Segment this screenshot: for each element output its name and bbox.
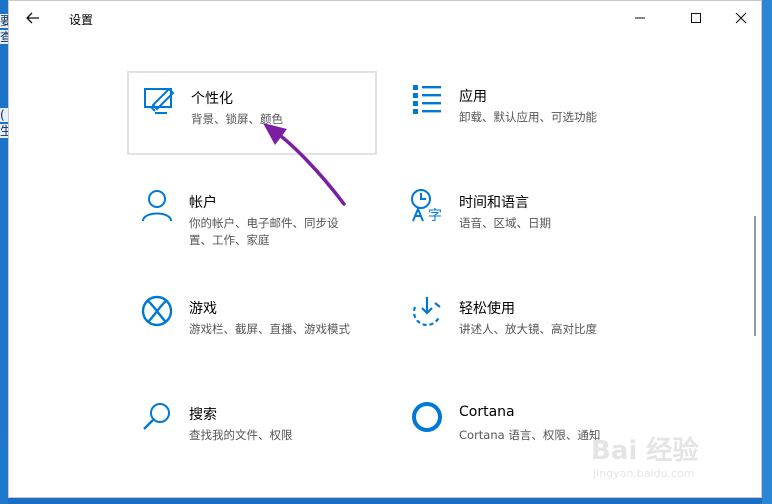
tile-description: 卸载、默认应用、可选功能: [459, 110, 597, 124]
tile-search[interactable]: 搜索 查找我的文件、权限: [127, 389, 377, 473]
annotation-arrow-icon: [263, 123, 346, 206]
tile-description: 游戏栏、截屏、直播、游戏模式: [189, 322, 350, 336]
title-bar: 设置: [9, 1, 761, 35]
tile-ease-of-access[interactable]: 轻松使用 讲述人、放大镜、高对比度: [397, 283, 647, 367]
xbox-icon: [141, 295, 173, 327]
personalization-icon: [144, 87, 175, 114]
desktop-label-char: 生: [0, 124, 8, 138]
close-button[interactable]: [724, 7, 758, 29]
desktop-background-left: 要 查 ( 生: [0, 0, 8, 504]
tile-description: 查找我的文件、权限: [189, 428, 293, 442]
desktop-label-char: 要: [0, 14, 8, 28]
window-title: 设置: [69, 13, 94, 27]
time-language-icon: 字: [411, 189, 442, 223]
back-arrow-icon: [26, 12, 39, 24]
tile-apps[interactable]: 应用 卸载、默认应用、可选功能: [397, 71, 647, 155]
scrollbar-thumb[interactable]: [754, 216, 756, 336]
baidu-logo-icon: Bai 经验 jingyan.baidu.com: [591, 435, 698, 480]
watermark-url: jingyan.baidu.com: [592, 467, 695, 480]
maximize-icon: [691, 13, 701, 23]
tile-title: 时间和语言: [459, 195, 529, 211]
maximize-button[interactable]: [679, 7, 713, 29]
desktop-label-char: 查: [0, 30, 8, 44]
cortana-icon: [412, 402, 442, 432]
ease-of-access-icon: [412, 297, 441, 327]
search-icon: [143, 403, 170, 430]
tile-title: 搜索: [189, 407, 217, 423]
apps-icon: [413, 85, 441, 114]
tile-time-language[interactable]: 字 时间和语言 语音、区域、日期: [397, 177, 647, 261]
tile-gaming[interactable]: 游戏 游戏栏、截屏、直播、游戏模式: [127, 283, 377, 367]
account-icon: [142, 190, 172, 222]
close-icon: [735, 12, 747, 24]
watermark-text: Bai 经验: [591, 435, 698, 466]
baidu-jingyan-watermark: Bai 经验 jingyan.baidu.com: [591, 429, 741, 487]
tile-description-line: 置、工作、家庭: [189, 233, 270, 247]
tile-description: 讲述人、放大镜、高对比度: [459, 322, 597, 336]
tile-title: Cortana: [459, 404, 515, 420]
tile-title: 应用: [459, 89, 487, 105]
settings-window: 设置 个性化 背景、锁屏、颜色 应用 卸载、默认应用、可选功能 帐户 你的帐户、…: [8, 0, 762, 498]
tile-title: 游戏: [189, 301, 217, 317]
desktop-background-right: [762, 0, 772, 504]
minimize-button[interactable]: [623, 7, 657, 29]
tile-title: 个性化: [191, 91, 233, 107]
tile-description: 语音、区域、日期: [459, 216, 551, 230]
tile-title: 帐户: [189, 195, 217, 211]
minimize-icon: [635, 17, 645, 19]
tile-title: 轻松使用: [459, 301, 515, 317]
desktop-label-char: (: [0, 108, 8, 122]
back-button[interactable]: [21, 8, 45, 28]
svg-text:字: 字: [428, 208, 442, 223]
